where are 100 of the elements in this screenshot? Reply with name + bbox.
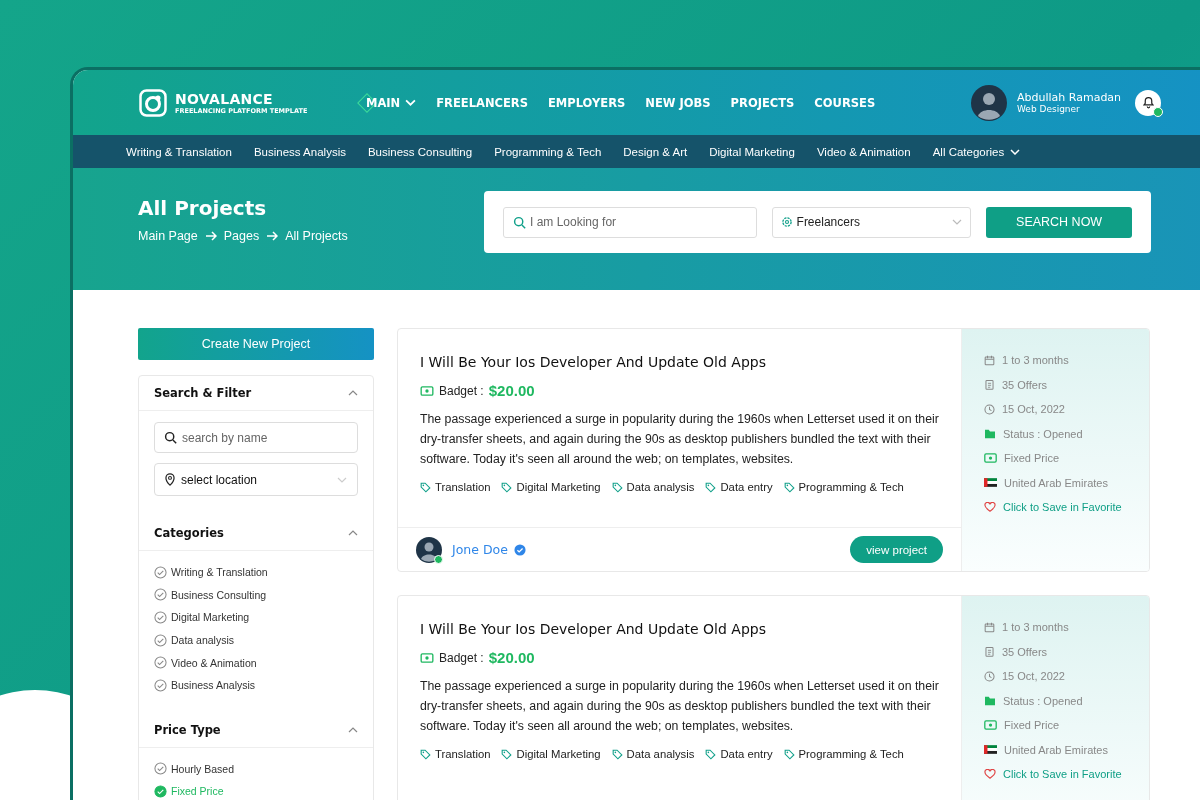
- tag-icon: [705, 481, 717, 493]
- status-text: Status : Opened: [1003, 694, 1083, 707]
- money-icon: [984, 720, 997, 730]
- caret-icon: [348, 726, 358, 733]
- status-text: Status : Opened: [1003, 427, 1083, 440]
- check-circle-icon: [154, 762, 167, 776]
- filter-checkbox[interactable]: Hourly Based: [154, 761, 358, 777]
- budget-value: $20.00: [488, 382, 535, 399]
- flag-icon: [984, 745, 997, 754]
- country-text: United Arab Emirates: [1004, 743, 1108, 756]
- gear-icon: [780, 216, 793, 228]
- project-tag[interactable]: Data entry: [705, 481, 773, 493]
- check-circle-icon: [154, 565, 167, 579]
- money-icon: [984, 453, 997, 463]
- search-icon: [164, 431, 177, 444]
- project-title[interactable]: I Will Be Your Ios Developer And Update Old Apps: [420, 621, 939, 637]
- category-link[interactable]: Video & Animation: [816, 145, 911, 158]
- type-select[interactable]: Freelancers: [771, 206, 972, 238]
- project-tag[interactable]: Data analysis: [611, 481, 695, 493]
- page-title: All Projects: [138, 196, 268, 220]
- money-icon: [420, 652, 434, 663]
- budget-value: $20.00: [488, 649, 535, 666]
- caret-icon: [348, 530, 358, 536]
- project-tag[interactable]: Data entry: [705, 748, 773, 760]
- category-link[interactable]: All Categories: [932, 145, 1021, 158]
- price-type-text: Fixed Price: [1004, 452, 1060, 464]
- category-link[interactable]: Design & Art: [623, 145, 688, 158]
- avatar[interactable]: [416, 536, 442, 563]
- user-name: Abdullah Ramadan: [1017, 91, 1123, 104]
- arrow-icon: [266, 231, 279, 241]
- project-tag[interactable]: Programming & Tech: [783, 481, 904, 493]
- project-description: The passage experienced a surge in popularity during the 1960s when Letterset used it on their dry-transfer sheets, and again during the 90s as desktop publishers bundled the text with their software. Today it's seen all around the web; on templates, websites.: [420, 411, 939, 468]
- check-circle-icon: [154, 588, 167, 602]
- filter-checkbox[interactable]: Data analysis: [154, 632, 358, 648]
- offers-text: 35 Offers: [1002, 645, 1048, 658]
- filter-checkbox[interactable]: Writing & Translation: [154, 565, 358, 580]
- bell-icon: [1141, 96, 1155, 109]
- project-tag[interactable]: Translation: [420, 481, 491, 493]
- date-text: 15 Oct, 2022: [1002, 403, 1065, 415]
- avatar[interactable]: [971, 84, 1007, 121]
- money-icon: [420, 385, 434, 396]
- tag-icon: [501, 748, 513, 760]
- tag-icon: [705, 748, 717, 760]
- project-title[interactable]: I Will Be Your Ios Developer And Update Old Apps: [420, 354, 939, 370]
- caret-icon: [348, 390, 358, 396]
- filter-checkbox[interactable]: Digital Marketing: [154, 610, 358, 625]
- duration-text: 1 to 3 months: [1002, 621, 1069, 633]
- section-header[interactable]: Categories: [139, 516, 373, 551]
- section-header[interactable]: Price Type: [139, 712, 373, 748]
- clipboard-icon: [984, 646, 995, 657]
- author-link[interactable]: Jone Doe: [452, 542, 508, 557]
- flag-icon: [984, 478, 997, 487]
- folder-icon: [984, 428, 996, 439]
- folder-icon: [984, 695, 996, 706]
- brand-name: NOVALANCE: [175, 90, 274, 107]
- location-select[interactable]: select location: [154, 463, 358, 496]
- name-search-field[interactable]: search by name: [154, 422, 358, 453]
- tag-icon: [420, 748, 431, 760]
- filter-checkbox[interactable]: Video & Animation: [154, 655, 358, 670]
- project-tag[interactable]: Digital Marketing: [501, 748, 601, 760]
- arrow-icon: [204, 231, 217, 241]
- heart-icon: [984, 769, 996, 779]
- category-link[interactable]: Writing & Translation: [126, 145, 232, 158]
- check-circle-icon: [154, 633, 167, 647]
- chevron-down-icon: [337, 476, 347, 483]
- project-tag[interactable]: Data analysis: [611, 748, 695, 760]
- filter-checkbox[interactable]: Business Consulting: [154, 587, 358, 603]
- tag-icon: [420, 481, 431, 493]
- logo-icon: [139, 88, 167, 117]
- check-circle-icon: [154, 678, 167, 692]
- duration-text: 1 to 3 months: [1002, 354, 1069, 366]
- check-circle-icon: [154, 656, 167, 670]
- category-link[interactable]: Programming & Tech: [494, 145, 602, 158]
- clipboard-icon: [984, 379, 995, 390]
- project-tag[interactable]: Translation: [420, 748, 491, 760]
- category-link[interactable]: Business Consulting: [367, 145, 473, 158]
- budget-label: Badget :: [439, 650, 484, 665]
- search-field[interactable]: I am Looking for: [503, 206, 757, 238]
- offers-text: 35 Offers: [1002, 378, 1048, 391]
- project-description: The passage experienced a surge in popularity during the 1960s when Letterset used it on their dry-transfer sheets, and again during the 90s as desktop publishers bundled the text with their software. Today it's seen all around the web; on templates, websites.: [420, 678, 939, 735]
- location-pin-icon: [165, 473, 175, 486]
- search-icon: [513, 215, 526, 229]
- notification-button[interactable]: [1135, 89, 1161, 116]
- budget-label: Badget :: [439, 383, 484, 398]
- date-text: 15 Oct, 2022: [1002, 670, 1065, 682]
- tag-icon: [611, 481, 623, 493]
- tag-icon: [783, 481, 795, 493]
- clock-icon: [984, 670, 995, 682]
- category-link[interactable]: Digital Marketing: [709, 145, 795, 158]
- project-tag[interactable]: Digital Marketing: [501, 481, 601, 493]
- category-link[interactable]: Business Analysis: [253, 145, 346, 158]
- section-header[interactable]: Search & Filter: [139, 376, 373, 411]
- filter-checkbox[interactable]: Business Analysis: [154, 677, 358, 693]
- calendar-icon: [984, 621, 995, 633]
- tag-icon: [783, 748, 795, 760]
- project-tag[interactable]: Programming & Tech: [783, 748, 904, 760]
- check-circle-icon: [154, 611, 167, 624]
- tag-icon: [501, 481, 513, 493]
- clock-icon: [984, 403, 995, 415]
- calendar-icon: [984, 354, 995, 366]
